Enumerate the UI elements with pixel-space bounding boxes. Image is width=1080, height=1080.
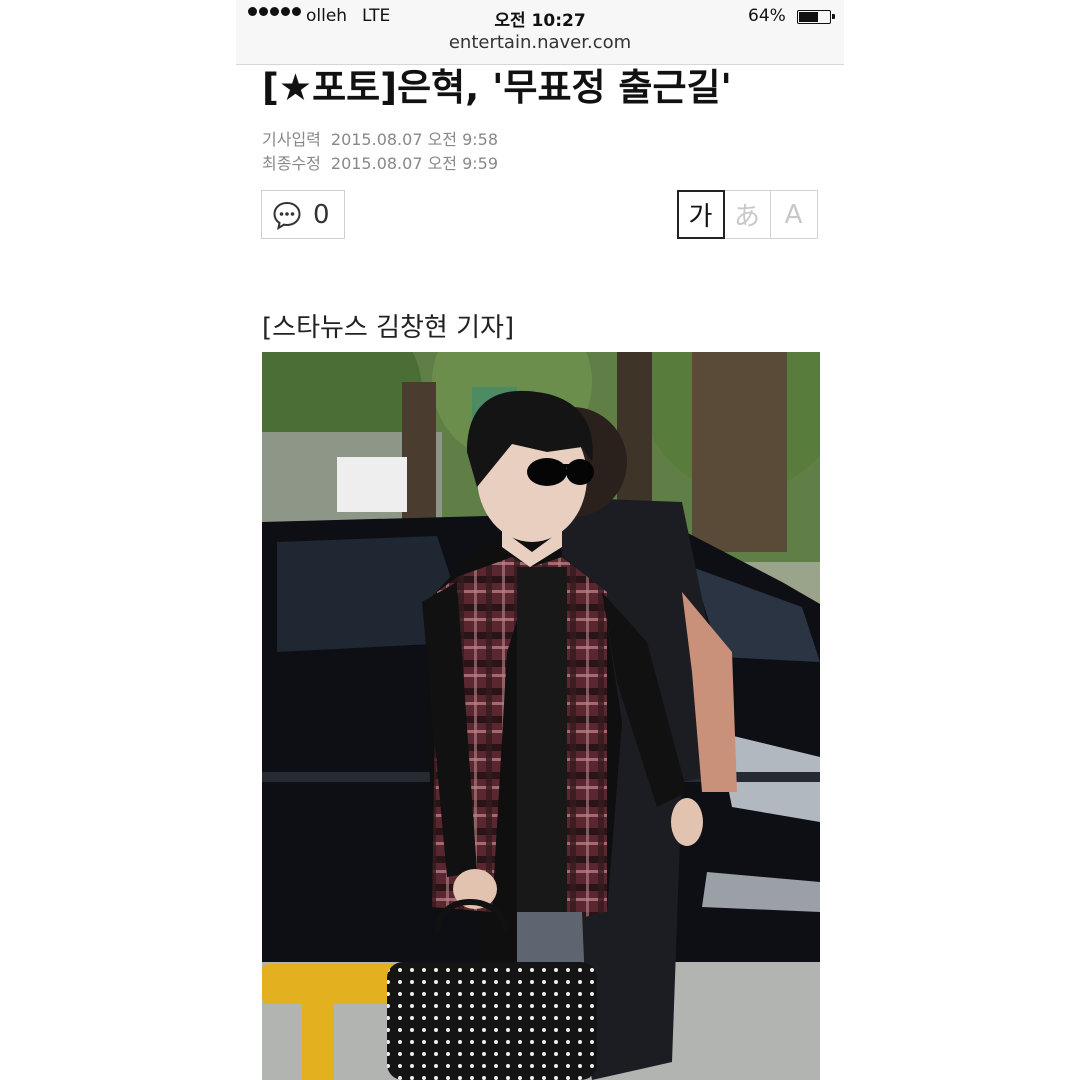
comment-button[interactable]: 0	[261, 190, 345, 239]
published-date: 기사입력 2015.08.07 오전 9:58	[262, 126, 498, 150]
published-value: 2015.08.07 오전 9:58	[330, 130, 499, 149]
battery-icon	[797, 10, 835, 24]
font-selector: 가 あ A	[676, 190, 818, 239]
font-option-korean[interactable]: 가	[676, 190, 725, 239]
modified-value: 2015.08.07 오전 9:59	[330, 154, 499, 173]
article-byline: [스타뉴스 김창현 기자]	[262, 313, 515, 343]
font-option-japanese[interactable]: あ	[723, 190, 771, 239]
url-bar[interactable]: entertain.naver.com	[236, 32, 844, 53]
published-label: 기사입력	[262, 130, 321, 149]
article-photo-illustration	[262, 352, 820, 1080]
modified-date: 최종수정 2015.08.07 오전 9:59	[262, 150, 498, 174]
article-photo[interactable]	[262, 352, 820, 1080]
status-bar: olleh LTE 오전 10:27 64%	[236, 4, 844, 31]
battery-percent: 64%	[748, 6, 786, 26]
modified-label: 최종수정	[262, 154, 321, 173]
comment-count: 0	[313, 199, 330, 230]
font-option-latin[interactable]: A	[769, 190, 818, 239]
comment-bubble-icon	[273, 201, 301, 230]
browser-top-bar: olleh LTE 오전 10:27 64% entertain.naver.c…	[236, 0, 844, 65]
phone-screen: olleh LTE 오전 10:27 64% entertain.naver.c…	[236, 0, 844, 1080]
article-headline: [★포토]은혁, '무표정 출근길'	[262, 66, 732, 109]
